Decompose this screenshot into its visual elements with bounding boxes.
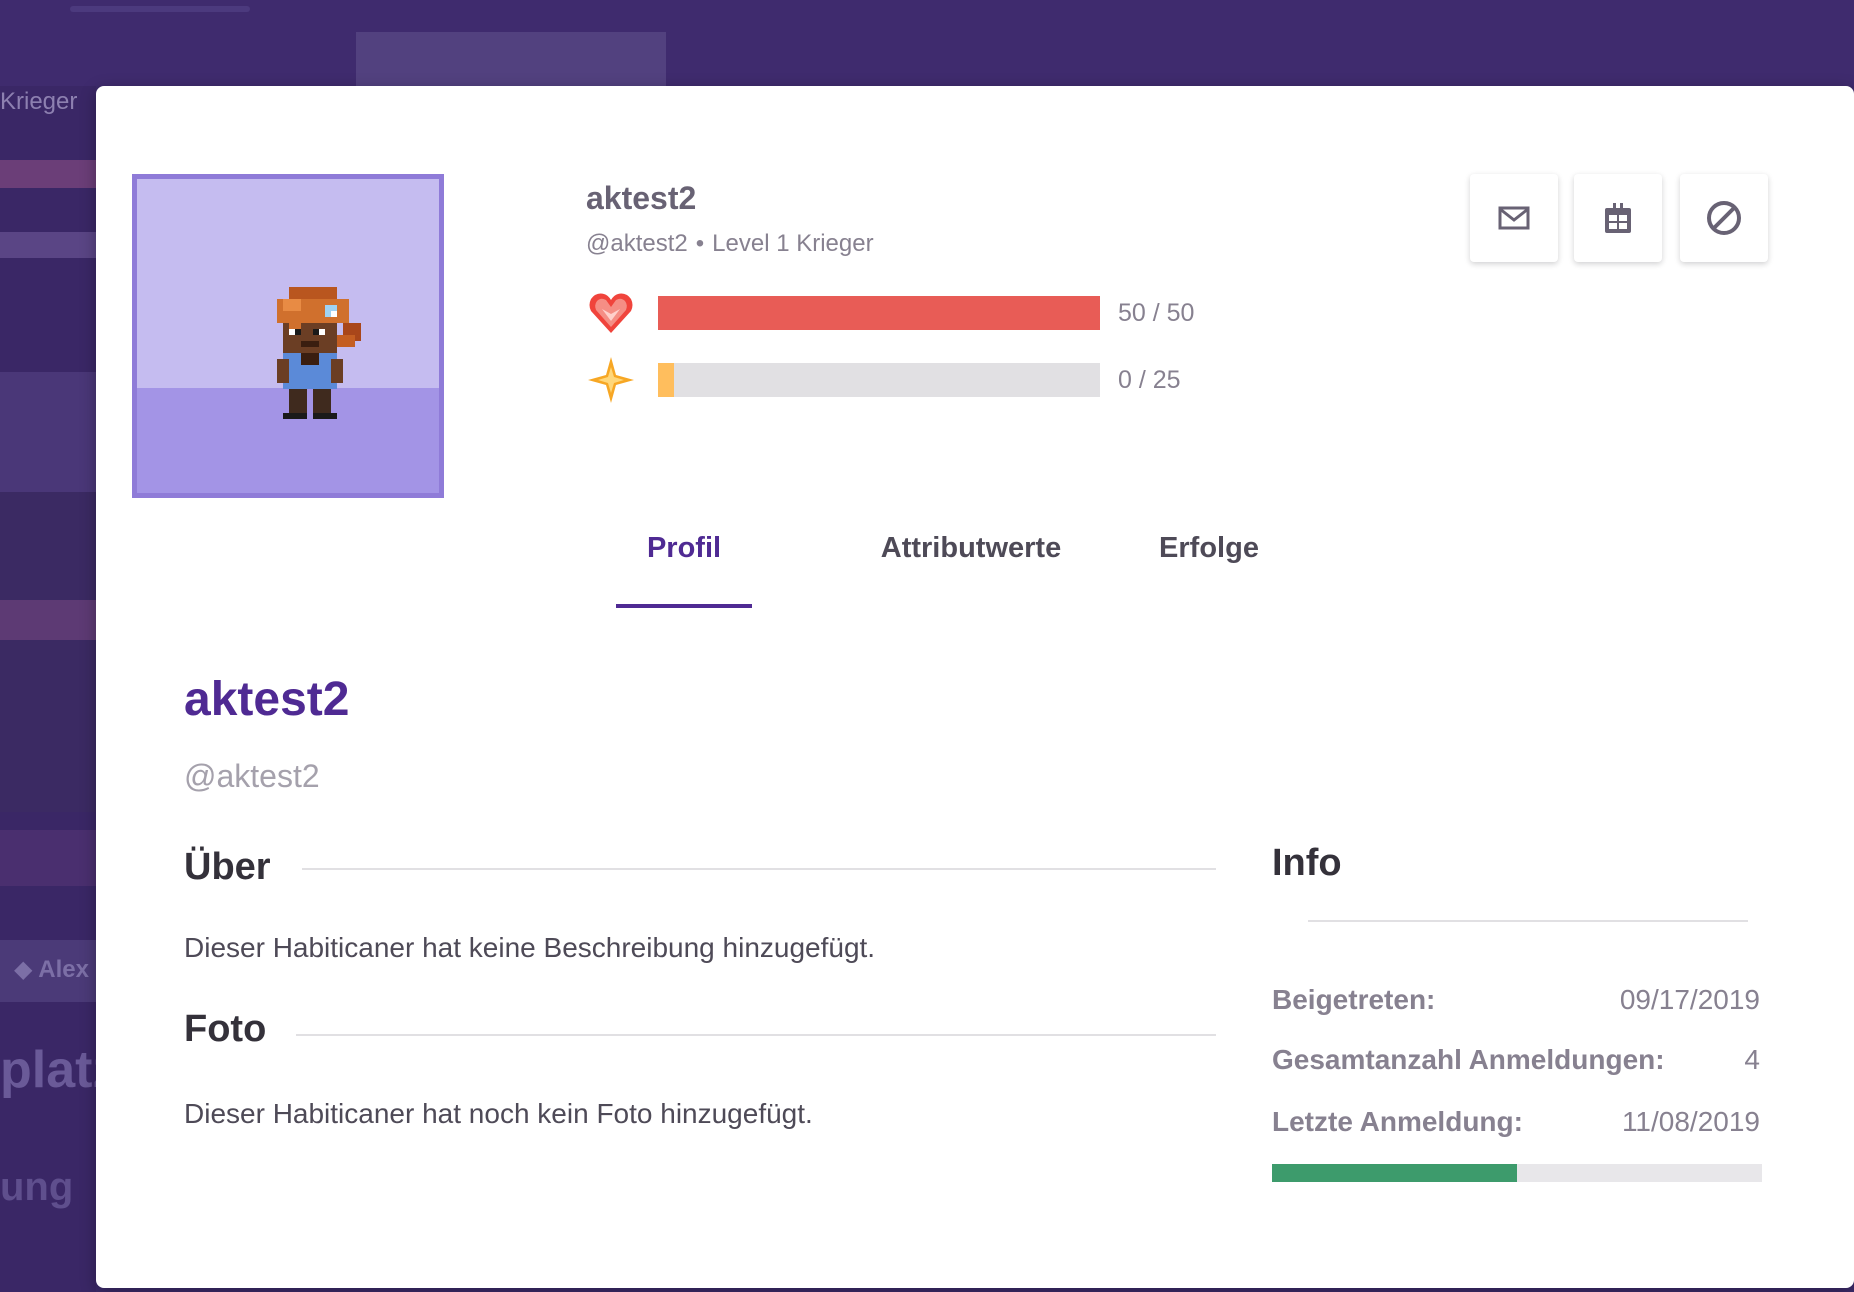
profile-handle: @aktest2 (184, 758, 320, 794)
experience-stat: 0 / 25 (586, 357, 1181, 403)
tab-erfolge[interactable]: Erfolge (1136, 532, 1282, 565)
background-block (0, 492, 96, 812)
header-handle: @aktest2 (586, 230, 688, 257)
background-active-tab (356, 32, 666, 86)
tab-attributwerte[interactable]: Attributwerte (836, 532, 1106, 565)
photo-heading: Foto (184, 1008, 267, 1050)
background-stripe (0, 232, 96, 258)
info-value: 09/17/2019 (1619, 984, 1760, 1015)
heart-icon (586, 288, 636, 338)
background-top-bar (0, 0, 1854, 86)
star-icon (586, 355, 636, 405)
divider (302, 868, 1216, 870)
background-heading: ung (0, 1165, 74, 1209)
avatar-sprite-icon (277, 287, 361, 419)
about-text: Dieser Habiticaner hat keine Beschreibun… (184, 932, 876, 963)
separator-dot: • (695, 230, 705, 257)
background-member-name: ◆ Alex (14, 956, 89, 983)
background-sidebar-label: Krieger (0, 88, 78, 115)
experience-bar-fill (658, 363, 674, 397)
health-stat: 50 / 50 (586, 292, 1194, 334)
health-value: 50 / 50 (1118, 298, 1195, 327)
about-heading: Über (184, 846, 271, 888)
background-block (0, 600, 96, 640)
profile-name: aktest2 (184, 673, 350, 726)
avatar (132, 174, 444, 498)
health-bar (658, 296, 1100, 330)
divider (296, 1034, 1216, 1036)
info-value: 11/08/2019 (1621, 1106, 1760, 1137)
experience-value: 0 / 25 (1118, 365, 1181, 394)
block-button[interactable] (1680, 174, 1768, 262)
info-label: Letzte Anmeldung: (1272, 1106, 1523, 1137)
header-username: aktest2 (586, 180, 697, 216)
background-top-line (70, 6, 250, 12)
gift-icon (1605, 203, 1631, 233)
gift-button[interactable] (1574, 174, 1662, 262)
experience-bar (658, 363, 1100, 397)
info-label: Gesamtanzahl Anmeldungen: (1272, 1044, 1665, 1075)
info-heading: Info (1272, 842, 1342, 884)
block-icon (1707, 201, 1741, 235)
background-block (0, 372, 96, 492)
info-row-last-login: Letzte Anmeldung: 11/08/2019 (1272, 1106, 1760, 1138)
info-value: 4 (1744, 1044, 1760, 1075)
profile-modal: aktest2 @aktest2 • Level 1 Krieger 50 / 50… (96, 86, 1854, 1288)
info-row-joined: Beigetreten: 09/17/2019 (1272, 984, 1760, 1016)
login-progress-fill (1272, 1164, 1517, 1182)
header-subline: @aktest2 • Level 1 Krieger (586, 230, 874, 258)
background-block (0, 830, 96, 886)
message-button[interactable] (1470, 174, 1558, 262)
header-level-class: Level 1 Krieger (712, 230, 874, 257)
envelope-icon (1498, 206, 1530, 230)
info-row-total-logins: Gesamtanzahl Anmeldungen: 4 (1272, 1044, 1760, 1076)
info-label: Beigetreten: (1272, 984, 1436, 1015)
health-bar-fill (658, 296, 1100, 330)
photo-text: Dieser Habiticaner hat noch kein Foto hi… (184, 1098, 813, 1129)
login-progress-bar (1272, 1164, 1762, 1182)
divider (1308, 920, 1748, 922)
tab-profil[interactable]: Profil (616, 532, 752, 565)
background-stripe (0, 160, 96, 188)
active-tab-indicator (616, 604, 752, 608)
